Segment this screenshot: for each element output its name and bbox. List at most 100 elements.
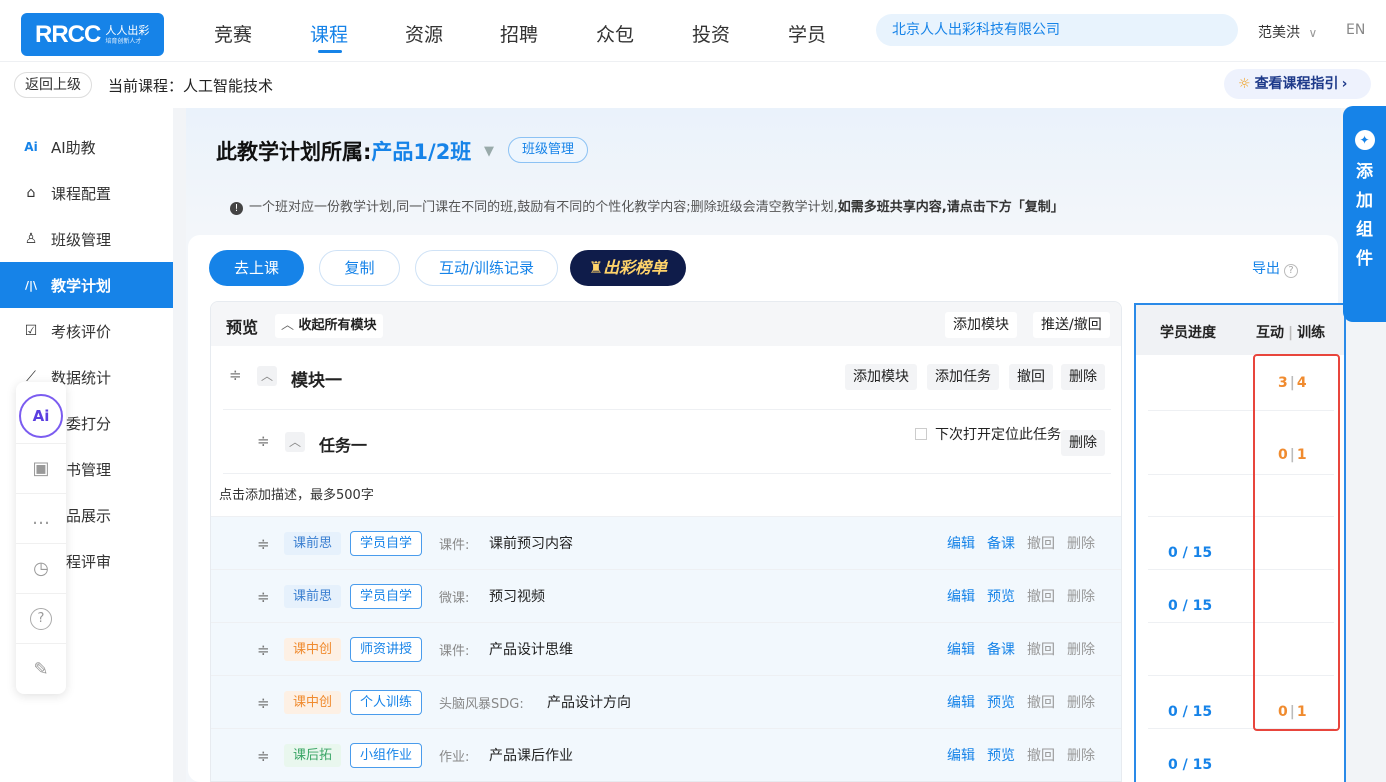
- prepare-action[interactable]: 备课: [987, 642, 1015, 658]
- drag-handle-icon[interactable]: ≑: [257, 432, 270, 450]
- progress-header: 学员进度: [1160, 325, 1216, 341]
- logo-text: RRCC: [35, 20, 101, 48]
- delete-action[interactable]: 删除: [1067, 589, 1095, 605]
- logo-slogan: 培育创新人才: [105, 37, 142, 45]
- resource-type: 作业:: [439, 750, 470, 765]
- delete-action[interactable]: 删除: [1067, 748, 1095, 764]
- sidebar-item-class-mgmt[interactable]: ♙ 班级管理: [0, 216, 173, 262]
- records-button[interactable]: 互动/训练记录: [415, 250, 558, 286]
- chevron-right-icon: ›: [1341, 76, 1348, 92]
- edit-action[interactable]: 编辑: [947, 748, 975, 764]
- help-button[interactable]: ?: [16, 594, 66, 644]
- stage-tag: 课前思: [284, 532, 342, 555]
- ai-assistant-button[interactable]: Ai: [16, 382, 66, 444]
- class-dropdown-icon[interactable]: ▼: [484, 144, 494, 159]
- rank-button[interactable]: ♜出彩榜单: [570, 250, 686, 286]
- preview-action[interactable]: 预览: [987, 695, 1015, 711]
- id-card-button[interactable]: ▣: [16, 444, 66, 494]
- delete-action[interactable]: 删除: [1067, 695, 1095, 711]
- resource-name[interactable]: 预习视频: [489, 586, 545, 606]
- class-mgmt-button[interactable]: 班级管理: [508, 137, 589, 163]
- brand-logo[interactable]: RRCC 人人出彩 培育创新人才: [21, 13, 164, 56]
- nav-resources[interactable]: 资源: [405, 20, 443, 47]
- course-subbar: 返回上级 当前课程：人工智能技术 ☼ 查看课程指引 ›: [0, 62, 1386, 108]
- collapse-all-button[interactable]: ︿ 收起所有模块: [275, 314, 383, 338]
- edit-action[interactable]: 编辑: [947, 589, 975, 605]
- language-switch[interactable]: EN: [1346, 22, 1365, 38]
- delete-action[interactable]: 删除: [1067, 642, 1095, 658]
- add-widget-char: 添: [1356, 162, 1373, 182]
- drag-handle-icon[interactable]: ≑: [229, 366, 242, 384]
- drag-handle-icon[interactable]: ≑: [257, 535, 270, 553]
- go-class-button[interactable]: 去上课: [209, 250, 304, 286]
- checkbox-icon: [915, 428, 927, 440]
- sidebar-item-teaching-plan[interactable]: /|\ 教学计划: [0, 262, 173, 308]
- preview-tree: 预览 ︿ 收起所有模块 添加模块 推送/撤回 ≑ ︿ 模块一 添加模块 添加任务…: [210, 301, 1122, 782]
- push-recall-button[interactable]: 推送/撤回: [1033, 312, 1110, 338]
- edit-action[interactable]: 编辑: [947, 695, 975, 711]
- add-module-button[interactable]: 添加模块: [945, 312, 1017, 338]
- lightbulb-icon: ☼: [1238, 76, 1251, 92]
- preview-title: 预览: [226, 318, 259, 337]
- copy-button[interactable]: 复制: [319, 250, 400, 286]
- rank-label: 出彩榜单: [603, 258, 668, 277]
- recall-action[interactable]: 撤回: [1027, 536, 1055, 552]
- edit-button[interactable]: ✎: [16, 644, 66, 694]
- nav-crowdsource[interactable]: 众包: [596, 20, 634, 47]
- module-add-module-button[interactable]: 添加模块: [845, 364, 917, 390]
- edit-action[interactable]: 编辑: [947, 642, 975, 658]
- drag-handle-icon[interactable]: ≑: [257, 641, 270, 659]
- export-link[interactable]: 导出?: [1252, 258, 1298, 278]
- recall-action[interactable]: 撤回: [1027, 642, 1055, 658]
- resource-name[interactable]: 产品设计方向: [547, 692, 631, 712]
- recall-action[interactable]: 撤回: [1027, 695, 1055, 711]
- prepare-action[interactable]: 备课: [987, 536, 1015, 552]
- recall-action[interactable]: 撤回: [1027, 748, 1055, 764]
- locate-task-checkbox[interactable]: 下次打开定位此任务: [915, 424, 1061, 444]
- progress-value[interactable]: 0 / 15: [1168, 704, 1212, 720]
- add-task-button[interactable]: 添加任务: [927, 364, 999, 390]
- chevron-up-icon[interactable]: ︿: [257, 366, 277, 386]
- chevron-up-icon[interactable]: ︿: [285, 432, 305, 452]
- drag-handle-icon[interactable]: ≑: [257, 694, 270, 712]
- add-widget-tab[interactable]: ✦ 添 加 组 件: [1343, 106, 1386, 322]
- nav-students[interactable]: 学员: [788, 20, 826, 47]
- chat-button[interactable]: …: [16, 494, 66, 544]
- task-delete-button[interactable]: 删除: [1061, 430, 1105, 456]
- progress-value[interactable]: 0 / 15: [1168, 545, 1212, 561]
- nav-course[interactable]: 课程: [310, 20, 348, 47]
- company-switcher[interactable]: 北京人人出彩科技有限公司: [876, 14, 1238, 46]
- timer-button[interactable]: ◷: [16, 544, 66, 594]
- preview-action[interactable]: 预览: [987, 748, 1015, 764]
- sidebar-item-ai-assistant[interactable]: Ai AI助教: [0, 124, 173, 170]
- help-circle-icon[interactable]: ?: [1284, 264, 1298, 278]
- drag-handle-icon[interactable]: ≑: [257, 747, 270, 765]
- sidebar-item-assessment[interactable]: ☑ 考核评价: [0, 308, 173, 354]
- progress-value[interactable]: 0 / 15: [1168, 757, 1212, 773]
- task-description-input[interactable]: 点击添加描述，最多500字: [219, 484, 374, 503]
- progress-value[interactable]: 0 / 15: [1168, 598, 1212, 614]
- resource-name[interactable]: 产品设计思维: [489, 639, 573, 659]
- stage-tag: 课前思: [284, 585, 342, 608]
- floating-toolbar: Ai ▣ … ◷ ? ✎: [16, 382, 66, 694]
- resource-name[interactable]: 产品课后作业: [489, 745, 573, 765]
- resource-name[interactable]: 课前预习内容: [489, 533, 573, 553]
- class-name[interactable]: 产品1/2班: [371, 140, 471, 164]
- course-guide-button[interactable]: ☼ 查看课程指引 ›: [1224, 69, 1371, 99]
- back-button[interactable]: 返回上级: [14, 72, 92, 98]
- stage-tag: 课中创: [284, 638, 342, 661]
- preview-action[interactable]: 预览: [987, 589, 1015, 605]
- sidebar-item-course-config[interactable]: ⌂ 课程配置: [0, 170, 173, 216]
- module-delete-button[interactable]: 删除: [1061, 364, 1105, 390]
- nav-recruit[interactable]: 招聘: [500, 20, 538, 47]
- edit-action[interactable]: 编辑: [947, 536, 975, 552]
- nav-competition[interactable]: 竞赛: [214, 20, 252, 47]
- recall-action[interactable]: 撤回: [1027, 589, 1055, 605]
- nav-invest[interactable]: 投资: [692, 20, 730, 47]
- resource-type: 课件:: [439, 644, 470, 659]
- user-menu[interactable]: 范美洪 ∨: [1258, 22, 1317, 42]
- drag-handle-icon[interactable]: ≑: [257, 588, 270, 606]
- module-recall-button[interactable]: 撤回: [1009, 364, 1053, 390]
- delete-action[interactable]: 删除: [1067, 536, 1095, 552]
- collapse-all-label: 收起所有模块: [298, 318, 377, 333]
